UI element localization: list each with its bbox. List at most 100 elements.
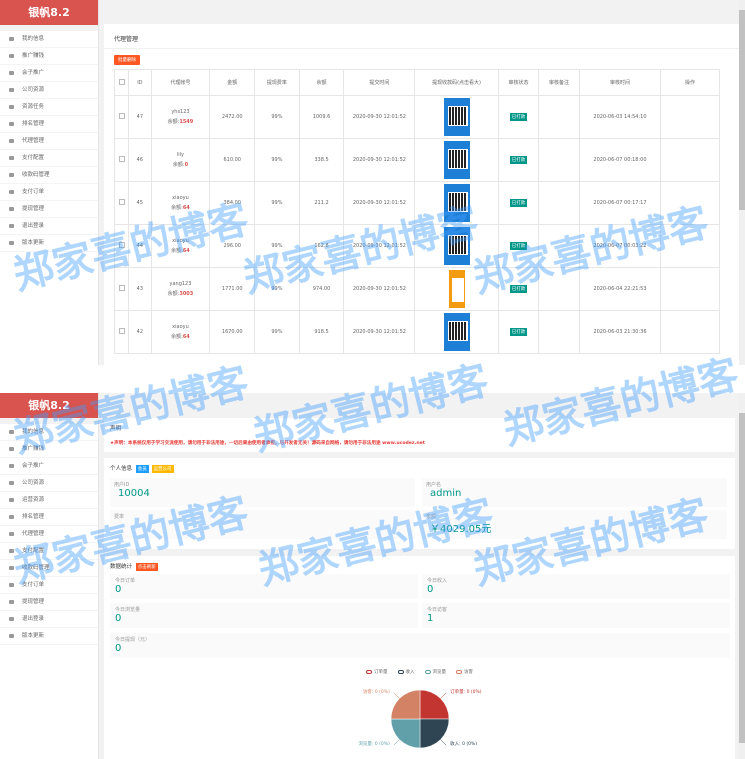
sidebar-item[interactable]: 收款码管理 bbox=[0, 167, 98, 184]
status-badge: 已打款 bbox=[509, 199, 528, 207]
agent-table: ID 代理帐号 金额 提现费率 余额 提交时间 提现收款码(点击看大) 审核状态 审核备注 审核时… bbox=[113, 69, 720, 354]
status-badge: 已打款 bbox=[509, 156, 528, 164]
sidebar-item[interactable]: 版本更新 bbox=[0, 235, 98, 252]
column-header: 操作 bbox=[660, 69, 720, 96]
legend-item[interactable]: 浏览量 bbox=[424, 669, 446, 675]
sidebar-item-label: 支付订单 bbox=[22, 582, 45, 588]
cell-amount: 384.00 bbox=[209, 181, 256, 225]
qr-code-image[interactable] bbox=[443, 227, 470, 265]
cell-remain: 1009.6 bbox=[298, 95, 345, 139]
uid-box: 用户ID 10004 bbox=[110, 478, 415, 507]
sidebar-item[interactable]: 代理管理 bbox=[0, 133, 98, 150]
status-badge: 已打款 bbox=[509, 242, 528, 250]
row-checkbox[interactable] bbox=[118, 328, 125, 334]
row-checkbox[interactable] bbox=[118, 285, 125, 291]
account-name: yhs123 bbox=[171, 109, 190, 115]
legend-item[interactable]: 订单量 bbox=[366, 669, 388, 675]
cell-actions bbox=[660, 95, 720, 139]
table-row: 45 xiaoyu 余额:64 384.00 99% 211.2 2020-09-30 12… bbox=[113, 181, 720, 225]
sidebar-item[interactable]: 推广赚钱 bbox=[0, 48, 98, 65]
legend-item[interactable]: 收入 bbox=[397, 669, 415, 675]
sidebar-item[interactable]: 支付订单 bbox=[0, 184, 98, 201]
cell-status: 已打款 bbox=[497, 224, 540, 268]
qr-code-image[interactable] bbox=[443, 184, 470, 222]
brand-logo: 银帆8.2 bbox=[0, 393, 98, 418]
sidebar-item[interactable]: 我的信息 bbox=[0, 31, 98, 48]
sidebar-item[interactable]: 提现管理 bbox=[0, 594, 98, 611]
brand-logo: 银帆8.2 bbox=[0, 0, 98, 25]
batch-delete-button[interactable]: 批量删除 bbox=[114, 55, 140, 65]
sidebar: 银帆8.2 我的信息 推广赚钱 会子推广 公司资源 资源任务 排名管理 代理管理 支付配置 收款… bbox=[0, 0, 99, 365]
notice-card: 声明 ★声明：本系统仅用于学习交流使用，请勿用于非法用途，一切后果由使用者承担，… bbox=[104, 418, 735, 452]
scrollbar[interactable] bbox=[739, 393, 745, 759]
cell-remain: 338.5 bbox=[298, 138, 345, 182]
dashboard-screen: 银帆8.2 我的信息 推广赚钱 会子推广 公司资源 运营资源 排名管理 代理管理 支付配置 收款… bbox=[0, 393, 745, 759]
row-checkbox[interactable] bbox=[118, 113, 125, 119]
sidebar-item[interactable]: 资源任务 bbox=[0, 99, 98, 116]
scrollbar-thumb[interactable] bbox=[739, 413, 745, 743]
account-name: xiaoyu bbox=[172, 324, 189, 330]
sidebar-item[interactable]: 退出登录 bbox=[0, 611, 98, 628]
balance-box: 余额 ￥4029.05元 bbox=[422, 510, 727, 539]
cell-id: 42 bbox=[128, 310, 152, 354]
sidebar-item[interactable]: 排名管理 bbox=[0, 116, 98, 133]
sidebar-item[interactable]: 代理管理 bbox=[0, 526, 98, 543]
account-name: lily bbox=[176, 152, 185, 158]
cell-audit-time: 2020-06-07 00:17:17 bbox=[578, 181, 662, 225]
sidebar-item[interactable]: 支付配置 bbox=[0, 150, 98, 167]
qr-code-image[interactable] bbox=[443, 313, 470, 351]
row-checkbox[interactable] bbox=[118, 156, 125, 162]
balance-value: 1549 bbox=[179, 119, 194, 125]
username-box: 用户名 admin bbox=[422, 478, 727, 507]
qr-code-image[interactable] bbox=[448, 270, 465, 308]
cell-remain: 162.8 bbox=[298, 224, 345, 268]
cell-rate: 99% bbox=[254, 224, 300, 268]
cell-id: 43 bbox=[128, 267, 152, 311]
sidebar-item-label: 退出登录 bbox=[22, 616, 45, 622]
sidebar-item-label: 退出登录 bbox=[22, 223, 45, 229]
legend-item[interactable]: 访客 bbox=[456, 669, 473, 675]
table-row: 42 xiaoyu 余额:64 1670.00 99% 918.5 2020-09-30 1… bbox=[113, 310, 720, 354]
column-header: 代理帐号 bbox=[150, 69, 211, 96]
menu-icon bbox=[9, 565, 14, 570]
sidebar-item[interactable]: 公司资源 bbox=[0, 82, 98, 99]
balance-prefix: 余额: bbox=[171, 248, 183, 254]
cell-status: 已打款 bbox=[497, 310, 540, 354]
sidebar-item[interactable]: 退出登录 bbox=[0, 218, 98, 235]
sidebar-item[interactable]: 运营资源 bbox=[0, 492, 98, 509]
sidebar-item[interactable]: 收款码管理 bbox=[0, 560, 98, 577]
scrollbar[interactable] bbox=[739, 0, 745, 365]
account-name: xiaoyu bbox=[172, 238, 189, 244]
sidebar-item[interactable]: 会子推广 bbox=[0, 458, 98, 475]
qr-code-image[interactable] bbox=[443, 141, 470, 179]
menu-icon bbox=[9, 36, 14, 41]
chart-legend: 订单量 收入 浏览量 访客 bbox=[104, 669, 735, 675]
sidebar-item[interactable]: 我的信息 bbox=[0, 424, 98, 441]
sidebar-item[interactable]: 提现管理 bbox=[0, 201, 98, 218]
sidebar-item[interactable]: 推广赚钱 bbox=[0, 441, 98, 458]
notice-title: 声明 bbox=[110, 426, 122, 432]
cell-submit: 2020-09-30 12:01:52 bbox=[343, 95, 416, 139]
sidebar-nav: 我的信息 推广赚钱 会子推广 公司资源 运营资源 排名管理 代理管理 支付配置 收款码管理支付订… bbox=[0, 424, 98, 645]
views-box: 今日浏览量 0 bbox=[110, 603, 418, 628]
table-header: ID 代理帐号 金额 提现费率 余额 提交时间 提现收款码(点击看大) 审核状态 审核备注 审核时… bbox=[113, 69, 720, 96]
scrollbar-thumb[interactable] bbox=[739, 10, 745, 210]
refresh-button[interactable]: 点击刷新 bbox=[135, 563, 158, 571]
row-checkbox[interactable] bbox=[118, 242, 125, 248]
sidebar-item[interactable]: 公司资源 bbox=[0, 475, 98, 492]
sidebar-item[interactable]: 支付配置 bbox=[0, 543, 98, 560]
stats-title: 数据统计 bbox=[110, 564, 133, 570]
cell-status: 已打款 bbox=[497, 95, 540, 139]
sidebar-item[interactable]: 支付订单 bbox=[0, 577, 98, 594]
row-checkbox[interactable] bbox=[118, 199, 125, 205]
column-header: 审核备注 bbox=[538, 69, 580, 96]
account-balance: 余额:64 bbox=[152, 247, 210, 254]
sidebar-item[interactable]: 会子推广 bbox=[0, 65, 98, 82]
sidebar-item[interactable]: 版本更新 bbox=[0, 628, 98, 645]
select-all-checkbox[interactable] bbox=[118, 78, 125, 85]
legend-marker bbox=[424, 669, 431, 674]
table-body: 47 yhs123 余额:1549 2472.00 99% 1009.6 2020-09-3… bbox=[113, 95, 720, 354]
qr-code-image[interactable] bbox=[443, 98, 470, 136]
cell-audit-time: 2020-06-07 00:18:00 bbox=[578, 138, 662, 182]
sidebar-item[interactable]: 排名管理 bbox=[0, 509, 98, 526]
